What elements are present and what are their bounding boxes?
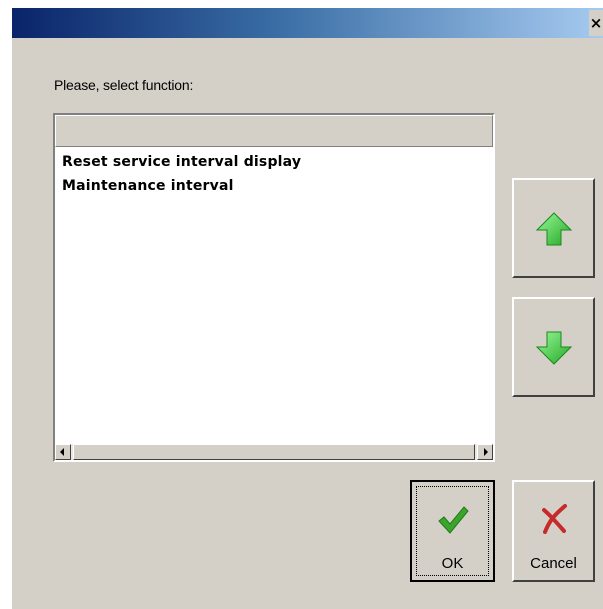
scroll-right-button[interactable] bbox=[477, 444, 493, 460]
green-down-arrow-icon bbox=[535, 331, 572, 365]
list-item-reset-service[interactable]: Reset service interval display bbox=[55, 151, 493, 173]
scroll-left-arrow-icon bbox=[60, 448, 64, 456]
green-checkmark-icon bbox=[437, 506, 469, 534]
function-listbox[interactable]: Reset service interval display Maintenan… bbox=[53, 113, 495, 462]
scroll-thumb[interactable] bbox=[73, 444, 475, 460]
horizontal-scrollbar[interactable] bbox=[55, 444, 493, 460]
ok-label: OK bbox=[441, 555, 464, 572]
close-button[interactable]: × bbox=[589, 10, 603, 36]
cancel-button[interactable]: Cancel bbox=[512, 480, 595, 582]
scroll-right-arrow-icon bbox=[484, 448, 488, 456]
list-item-maintenance[interactable]: Maintenance interval bbox=[55, 173, 493, 199]
list-header bbox=[55, 115, 493, 147]
green-up-arrow-icon bbox=[535, 212, 572, 246]
prompt-label: Please, select function: bbox=[54, 77, 194, 93]
list-body[interactable]: Reset service interval display Maintenan… bbox=[55, 149, 493, 442]
ok-button[interactable]: OK bbox=[410, 480, 495, 582]
scroll-left-button[interactable] bbox=[55, 444, 71, 460]
cancel-label: Cancel bbox=[530, 555, 577, 572]
move-down-button[interactable] bbox=[512, 297, 595, 397]
title-bar[interactable]: × bbox=[12, 8, 603, 38]
red-x-icon bbox=[541, 504, 567, 534]
dialog-window: × Please, select function: Reset service… bbox=[12, 8, 603, 609]
move-up-button[interactable] bbox=[512, 178, 595, 278]
